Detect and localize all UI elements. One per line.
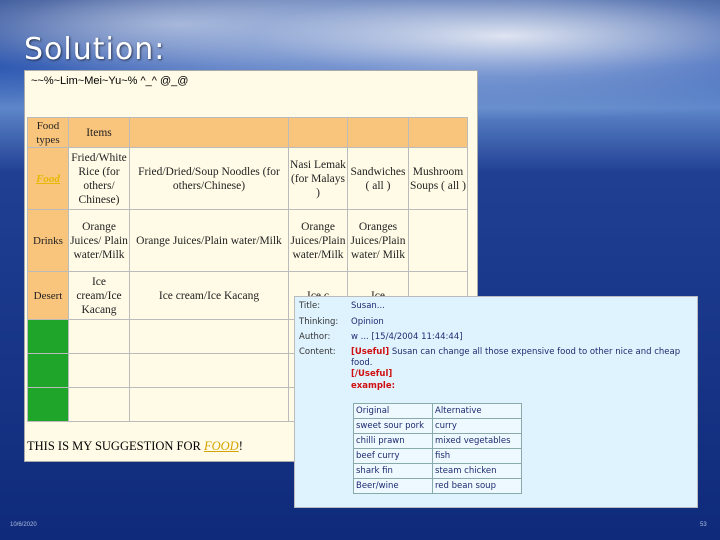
- table-cell: beef curry: [353, 448, 433, 464]
- suggestion-prefix: THIS IS MY SUGGESTION FOR: [27, 439, 204, 453]
- table-cell: Beer/wine: [353, 478, 433, 494]
- table-cell-empty: [27, 353, 69, 388]
- table-cell: Sandwiches ( all ): [347, 147, 409, 210]
- table-cell: shark fin: [353, 463, 433, 479]
- thinking-value: Opinion: [351, 317, 384, 327]
- table-cell: Orange Juices/ Plain water/Milk: [68, 209, 130, 272]
- table-cell-empty: [129, 353, 289, 388]
- title-label: Title:: [299, 301, 321, 311]
- table-cell: red bean soup: [432, 478, 522, 494]
- table-row: Beer/wine red bean soup: [353, 478, 522, 494]
- table-header-row: Food types Items: [27, 117, 468, 148]
- example-table: Original Alternative sweet sour pork curry…: [353, 403, 522, 494]
- useful-open-tag: [Useful]: [351, 347, 390, 357]
- table-cell: Alternative: [432, 403, 522, 419]
- thinking-label: Thinking:: [299, 317, 339, 327]
- table-cell: Ice cream/Ice Kacang: [129, 271, 289, 320]
- table-header-cell: [129, 117, 289, 148]
- table-cell: curry: [432, 418, 522, 434]
- table-cell: steam chicken: [432, 463, 522, 479]
- suggestion-text: THIS IS MY SUGGESTION FOR FOOD!: [27, 439, 243, 454]
- table-cell-empty: [68, 387, 130, 422]
- footer-date: 10/6/2020: [10, 522, 37, 528]
- table-cell-empty: [129, 319, 289, 354]
- table-cell-type: Drinks: [27, 209, 69, 272]
- table-row: Original Alternative: [353, 403, 522, 419]
- table-cell: Mushroom Soups ( all ): [408, 147, 468, 210]
- content-value: [Useful] Susan can change all those expe…: [351, 347, 691, 380]
- table-header-cell: [408, 117, 468, 148]
- title-value: Susan...: [351, 301, 385, 311]
- table-header-cell: Items: [68, 117, 130, 148]
- table-row: sweet sour pork curry: [353, 418, 522, 434]
- table-cell-empty: [27, 387, 69, 422]
- content-text: Susan can change all those expensive foo…: [351, 347, 681, 368]
- table-cell: Ice cream/Ice Kacang: [68, 271, 130, 320]
- example-label: example:: [351, 381, 395, 391]
- table-cell: Original: [353, 403, 433, 419]
- table-row: shark fin steam chicken: [353, 463, 522, 479]
- table-cell-type: Desert: [27, 271, 69, 320]
- table-cell: mixed vegetables: [432, 433, 522, 449]
- table-row: Food Fried/White Rice (for others/ Chine…: [27, 147, 468, 210]
- author-value: w ... [15/4/2004 11:44:44]: [351, 332, 463, 342]
- table-row: chilli prawn mixed vegetables: [353, 433, 522, 449]
- author-label: Author:: [299, 332, 331, 342]
- table-cell-type: Food: [27, 147, 69, 210]
- page-number: 53: [700, 522, 707, 528]
- table-cell: Nasi Lemak (for Malays ): [288, 147, 348, 210]
- table-header-cell: [347, 117, 409, 148]
- table-cell: Orange Juices/Plain water/Milk: [129, 209, 289, 272]
- suggestion-suffix: !: [238, 439, 243, 453]
- table-cell: chilli prawn: [353, 433, 433, 449]
- table-cell: [408, 209, 468, 272]
- example-label-text: example:: [351, 381, 396, 391]
- table-cell-empty: [27, 319, 69, 354]
- table-cell-empty: [68, 353, 130, 388]
- table-cell: Fried/Dried/Soup Noodles (for others/Chi…: [129, 147, 289, 210]
- table-cell: Orange Juices/Plain water/Milk: [288, 209, 348, 272]
- table-cell-empty: [68, 319, 130, 354]
- slide-title: Solution:: [24, 32, 166, 67]
- table-cell: sweet sour pork: [353, 418, 433, 434]
- food-type-link[interactable]: Food: [36, 173, 60, 185]
- table-header-cell: [288, 117, 348, 148]
- suggestion-food-link[interactable]: FOOD: [204, 439, 239, 453]
- table-cell-empty: [129, 387, 289, 422]
- table-row: Drinks Orange Juices/ Plain water/Milk O…: [27, 209, 468, 272]
- useful-close-tag: [/Useful]: [351, 369, 393, 379]
- panel-header-text: ~~%~Lim~Mei~Yu~% ^_^ @_@: [31, 75, 189, 87]
- table-cell: Oranges Juices/Plain water/ Milk: [347, 209, 409, 272]
- table-cell: fish: [432, 448, 522, 464]
- table-row: beef curry fish: [353, 448, 522, 464]
- content-label: Content:: [299, 347, 336, 357]
- forum-post-panel: Title: Susan... Thinking: Opinion Author…: [294, 296, 698, 508]
- table-header-cell: Food types: [27, 117, 69, 148]
- table-cell: Fried/White Rice (for others/ Chinese): [68, 147, 130, 210]
